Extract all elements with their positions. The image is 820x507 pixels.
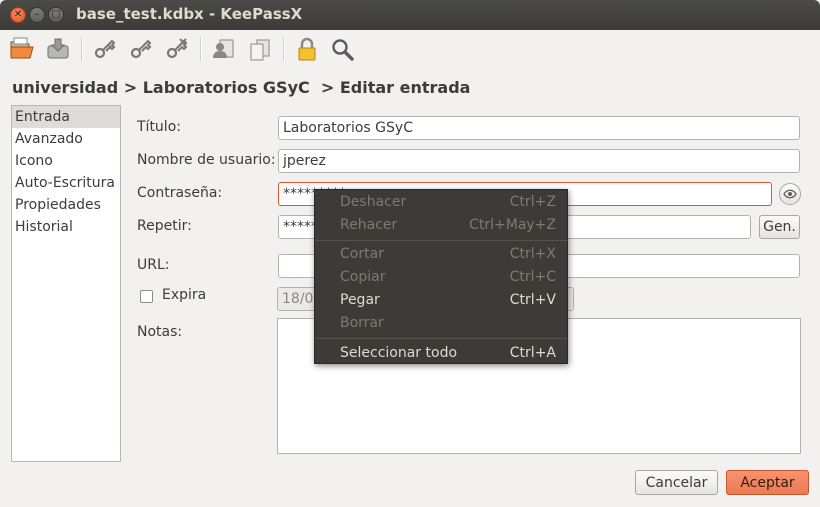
open-database-icon xyxy=(10,37,34,59)
eye-icon xyxy=(783,189,797,199)
repeat-label: Repetir: xyxy=(137,218,192,234)
copy-username-icon xyxy=(213,39,234,58)
cancel-button[interactable]: Cancelar xyxy=(635,470,718,495)
menu-item-cut[interactable]: Cortar Ctrl+X xyxy=(315,243,567,265)
window-titlebar[interactable]: ✕ – □ base_test.kdbx - KeePassX xyxy=(0,0,820,30)
add-entry-button[interactable]: + xyxy=(91,35,119,63)
notes-label: Notas: xyxy=(137,324,183,340)
menu-separator xyxy=(315,338,567,339)
sidebar-item-icono[interactable]: Icono xyxy=(12,150,120,172)
menu-item-undo[interactable]: Deshacer Ctrl+Z xyxy=(315,191,567,213)
edit-entry-button[interactable] xyxy=(127,35,155,63)
save-database-button[interactable] xyxy=(44,35,72,63)
menu-item-delete[interactable]: Borrar xyxy=(315,312,567,334)
breadcrumb: universidad > Laboratorios GSyC > Editar… xyxy=(12,78,471,97)
menu-item-label: Copiar xyxy=(340,269,386,285)
copy-username-button[interactable] xyxy=(210,35,238,63)
username-label: Nombre de usuario: xyxy=(137,152,276,168)
cancel-button-label: Cancelar xyxy=(645,474,708,491)
svg-text:+: + xyxy=(106,42,114,52)
menu-item-paste[interactable]: Pegar Ctrl+V xyxy=(315,289,567,311)
accept-button[interactable]: Aceptar xyxy=(726,470,809,495)
menu-item-shortcut: Ctrl+C xyxy=(509,269,556,285)
lock-database-button[interactable] xyxy=(293,35,321,63)
expires-checkbox[interactable] xyxy=(140,290,153,303)
search-button[interactable] xyxy=(329,35,357,63)
menu-separator xyxy=(315,240,567,241)
url-label: URL: xyxy=(137,257,170,273)
menu-item-label: Cortar xyxy=(340,246,384,262)
save-database-icon xyxy=(47,38,69,59)
title-label: Título: xyxy=(137,119,181,135)
context-menu: Deshacer Ctrl+Z Rehacer Ctrl+May+Z Cortar C… xyxy=(314,189,568,364)
copy-password-button[interactable] xyxy=(246,35,274,63)
sidebar-item-auto-escritura[interactable]: Auto-Escritura xyxy=(12,172,120,194)
maximize-window-button[interactable]: □ xyxy=(48,7,64,23)
close-icon: ✕ xyxy=(13,9,23,20)
delete-entry-button[interactable] xyxy=(163,35,191,63)
menu-item-label: Pegar xyxy=(340,292,380,308)
delete-entry-icon xyxy=(166,38,188,59)
sidebar-item-historial[interactable]: Historial xyxy=(12,216,120,238)
menu-item-label: Seleccionar todo xyxy=(340,345,458,361)
menu-item-shortcut: Ctrl+A xyxy=(509,345,556,361)
password-label: Contraseña: xyxy=(137,185,223,201)
username-field[interactable]: jperez xyxy=(278,149,800,173)
add-entry-icon: + xyxy=(94,39,116,59)
copy-password-icon xyxy=(250,39,270,61)
category-list[interactable]: Entrada Avanzado Icono Auto-Escritura Pr… xyxy=(11,105,121,462)
window-title: base_test.kdbx - KeePassX xyxy=(76,5,303,23)
sidebar-item-entrada[interactable]: Entrada xyxy=(12,106,120,128)
menu-item-redo[interactable]: Rehacer Ctrl+May+Z xyxy=(315,214,567,236)
minimize-icon: – xyxy=(34,9,40,20)
edit-entry-icon xyxy=(130,39,152,59)
menu-item-shortcut: Ctrl+May+Z xyxy=(469,217,556,233)
menu-item-shortcut: Ctrl+Z xyxy=(509,194,556,210)
open-database-button[interactable] xyxy=(8,35,36,63)
menu-item-shortcut: Ctrl+X xyxy=(509,246,556,262)
sidebar-item-propiedades[interactable]: Propiedades xyxy=(12,194,120,216)
toggle-password-visibility-button[interactable] xyxy=(779,183,801,205)
expires-label: Expira xyxy=(162,287,207,303)
menu-item-label: Rehacer xyxy=(340,217,398,233)
title-field[interactable]: Laboratorios GSyC xyxy=(278,116,800,140)
generate-password-button[interactable]: Gen. xyxy=(759,215,800,239)
close-window-button[interactable]: ✕ xyxy=(10,7,26,23)
menu-item-shortcut: Ctrl+V xyxy=(509,292,556,308)
menu-item-label: Deshacer xyxy=(340,194,407,210)
menu-item-copy[interactable]: Copiar Ctrl+C xyxy=(315,266,567,288)
toolbar: + xyxy=(0,30,820,68)
search-icon xyxy=(332,39,354,61)
accept-button-label: Aceptar xyxy=(740,474,795,491)
lock-database-icon xyxy=(298,37,316,61)
menu-item-label: Borrar xyxy=(340,315,384,331)
maximize-icon: □ xyxy=(51,9,61,20)
menu-item-select-all[interactable]: Seleccionar todo Ctrl+A xyxy=(315,342,567,364)
minimize-window-button[interactable]: – xyxy=(29,7,45,23)
sidebar-item-avanzado[interactable]: Avanzado xyxy=(12,128,120,150)
